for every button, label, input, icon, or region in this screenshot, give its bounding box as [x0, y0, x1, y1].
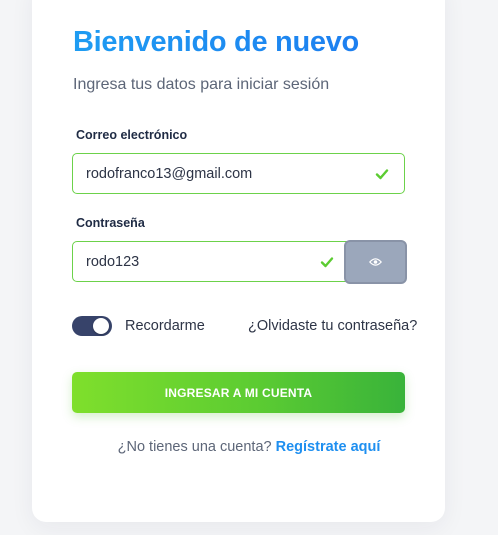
login-button[interactable]: INGRESAR A MI CUENTA — [72, 372, 405, 413]
password-label: Contraseña — [76, 216, 145, 230]
page-subtitle: Ingresa tus datos para iniciar sesión — [73, 76, 330, 93]
toggle-knob — [93, 318, 109, 334]
email-label: Correo electrónico — [76, 128, 188, 142]
email-field[interactable]: rodofranco13@gmail.com — [72, 153, 405, 194]
register-link[interactable]: Regístrate aquí — [276, 439, 381, 455]
email-value: rodofranco13@gmail.com — [86, 165, 253, 182]
password-value: rodo123 — [86, 253, 140, 270]
show-password-button[interactable] — [344, 240, 407, 284]
page-title: Bienvenido de nuevo — [73, 26, 359, 58]
password-field[interactable]: rodo123 — [72, 241, 348, 282]
remember-toggle[interactable] — [72, 316, 112, 336]
eye-icon — [369, 258, 382, 266]
remember-label: Recordarme — [125, 318, 205, 334]
check-icon — [320, 256, 334, 267]
check-icon — [375, 168, 389, 179]
register-prompt: ¿No tienes una cuenta? Regístrate aquí — [0, 439, 498, 455]
forgot-password-link[interactable]: ¿Olvidaste tu contraseña? — [248, 318, 417, 334]
register-text: ¿No tienes una cuenta? — [117, 439, 272, 455]
